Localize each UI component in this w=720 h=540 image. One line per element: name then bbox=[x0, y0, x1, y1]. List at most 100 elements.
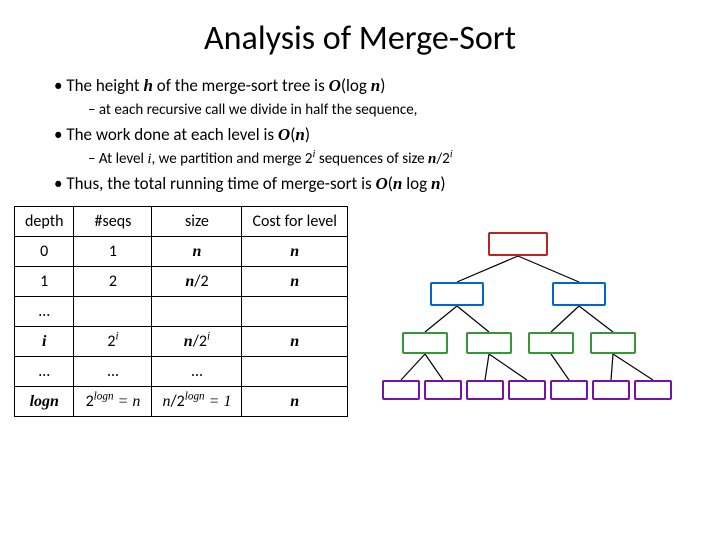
cost-table: depth #seqs size Cost for level 0 1 n n … bbox=[14, 206, 348, 432]
tree-node-l3 bbox=[466, 380, 504, 400]
exp-i: i bbox=[207, 331, 210, 343]
table-row: … … … bbox=[15, 357, 348, 387]
text: Thus, the total running time of merge-so… bbox=[66, 173, 375, 194]
tree-node-l2 bbox=[590, 332, 636, 354]
text: ) bbox=[305, 124, 310, 145]
var-h: h bbox=[143, 76, 152, 95]
var-n: n bbox=[290, 393, 299, 410]
var-n: n bbox=[185, 273, 194, 290]
cell: logn bbox=[15, 387, 74, 417]
tree-node-l3 bbox=[382, 380, 420, 400]
tree-node-l3 bbox=[634, 380, 672, 400]
text: /2 bbox=[193, 332, 207, 351]
table-row: i 2i n/2i n bbox=[15, 327, 348, 357]
cell: 1 bbox=[15, 267, 74, 297]
cell: … bbox=[15, 297, 74, 327]
big-o: O bbox=[329, 76, 341, 95]
tree-node-l3 bbox=[424, 380, 462, 400]
cell-empty bbox=[242, 297, 347, 327]
big-o: O bbox=[278, 125, 290, 144]
var-n: n bbox=[295, 125, 304, 144]
table-row: 1 2 n/2 n bbox=[15, 267, 348, 297]
col-seqs: #seqs bbox=[74, 207, 152, 237]
tree-node-l3 bbox=[592, 380, 630, 400]
cell: … bbox=[15, 357, 74, 387]
cell: n/2 bbox=[152, 267, 242, 297]
tree-node-l3 bbox=[550, 380, 588, 400]
cell: 2logn = n bbox=[74, 387, 152, 417]
text: , we partition and merge bbox=[152, 150, 305, 168]
text: /2 bbox=[170, 392, 184, 411]
bullet-list: The height h of the merge-sort tree is O… bbox=[0, 75, 720, 196]
var-n: n bbox=[290, 273, 299, 290]
var-i: i bbox=[42, 333, 46, 350]
var-n: n bbox=[290, 243, 299, 260]
var-n: n bbox=[184, 333, 193, 350]
text: of the merge-sort tree is bbox=[153, 75, 329, 96]
subbullet-divide: at each recursive call we divide in half… bbox=[88, 100, 680, 120]
cell: n/2i bbox=[152, 327, 242, 357]
col-cost: Cost for level bbox=[242, 207, 347, 237]
var-n: n bbox=[431, 174, 440, 193]
text: /2 bbox=[194, 272, 208, 291]
eq: = bbox=[114, 393, 133, 410]
cell: n bbox=[242, 237, 347, 267]
cell: n bbox=[242, 387, 347, 417]
cell-empty bbox=[74, 297, 152, 327]
cell: 2 bbox=[74, 267, 152, 297]
table-row: 0 1 n n bbox=[15, 237, 348, 267]
col-size: size bbox=[152, 207, 242, 237]
var-n: n bbox=[290, 333, 299, 350]
text: ) bbox=[440, 173, 445, 194]
text: At level bbox=[99, 150, 147, 168]
col-depth: depth bbox=[15, 207, 74, 237]
text: sequences of size bbox=[315, 150, 428, 168]
tree-node-l3 bbox=[508, 380, 546, 400]
bullet-work: The work done at each level is O(n) bbox=[54, 124, 680, 147]
cell: 0 bbox=[15, 237, 74, 267]
text: The height bbox=[66, 75, 143, 96]
tree-node-l2 bbox=[528, 332, 574, 354]
var-logn: logn bbox=[30, 393, 59, 410]
tree-node-l1 bbox=[430, 282, 484, 306]
cell: … bbox=[152, 357, 242, 387]
text: (log bbox=[341, 75, 371, 96]
exp-i: i bbox=[115, 331, 118, 343]
eq: = 1 bbox=[205, 393, 232, 410]
bullet-height: The height h of the merge-sort tree is O… bbox=[54, 75, 680, 98]
exp-logn: logn bbox=[94, 391, 114, 403]
cell: i bbox=[15, 327, 74, 357]
cell: n bbox=[152, 237, 242, 267]
table-header-row: depth #seqs size Cost for level bbox=[15, 207, 348, 237]
tree-node-l1 bbox=[552, 282, 606, 306]
big-o: O bbox=[375, 174, 387, 193]
text: log bbox=[402, 173, 431, 194]
cell: 1 bbox=[74, 237, 152, 267]
cell: n bbox=[242, 267, 347, 297]
slide-title: Analysis of Merge-Sort bbox=[0, 0, 720, 71]
merge-sort-tree bbox=[368, 206, 720, 432]
var-n: n bbox=[193, 243, 202, 260]
exp-i: i bbox=[450, 149, 453, 160]
text: /2 bbox=[436, 150, 449, 168]
cell-empty bbox=[242, 357, 347, 387]
var-n: n bbox=[132, 393, 140, 410]
cell-empty bbox=[152, 297, 242, 327]
num: 2 bbox=[305, 150, 313, 168]
table-row: … bbox=[15, 297, 348, 327]
var-n: n bbox=[393, 174, 402, 193]
tree-node-l2 bbox=[466, 332, 512, 354]
tree-node-root bbox=[488, 232, 548, 256]
exp-logn: logn bbox=[185, 391, 205, 403]
var-n: n bbox=[371, 76, 380, 95]
table-row: logn 2logn = n n/2logn = 1 n bbox=[15, 387, 348, 417]
text: The work done at each level is bbox=[66, 124, 278, 145]
cell: n bbox=[242, 327, 347, 357]
cell: … bbox=[74, 357, 152, 387]
subbullet-level-i: At level i, we partition and merge 2i se… bbox=[88, 149, 680, 169]
bullet-total: Thus, the total running time of merge-so… bbox=[54, 173, 680, 196]
cell: 2i bbox=[74, 327, 152, 357]
text: ) bbox=[380, 75, 385, 96]
num: 2 bbox=[86, 392, 94, 411]
tree-node-l2 bbox=[402, 332, 448, 354]
